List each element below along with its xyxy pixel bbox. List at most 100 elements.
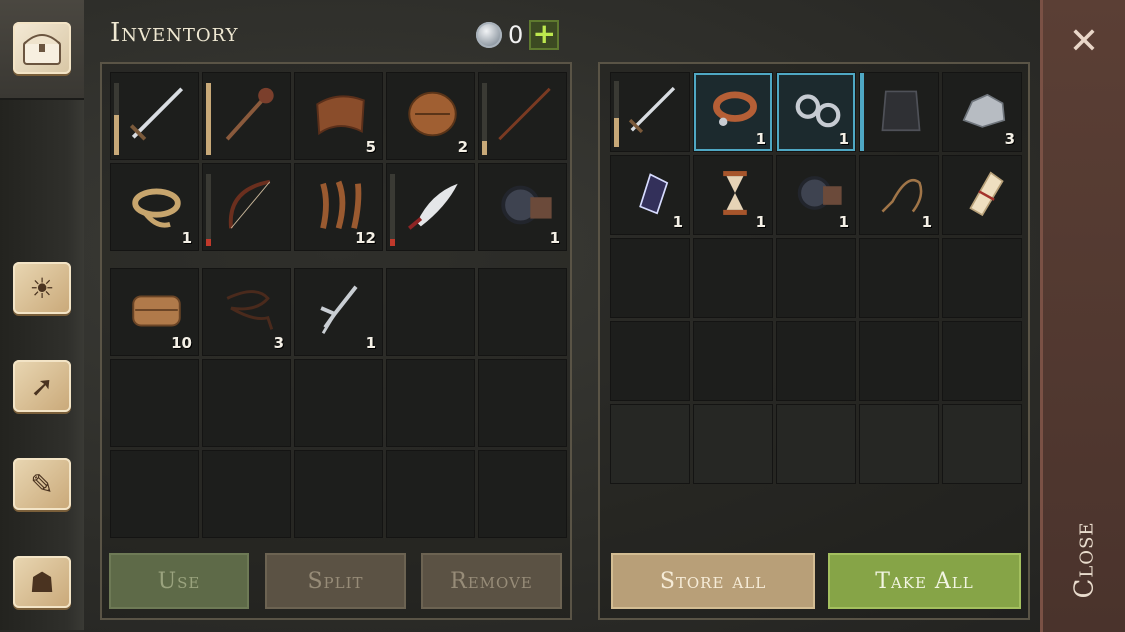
shackles-icon xyxy=(791,83,845,137)
durability-bar xyxy=(206,82,211,155)
item-count: 1 xyxy=(755,130,766,148)
empty-slot[interactable] xyxy=(294,359,383,447)
chest-tab[interactable] xyxy=(6,12,78,84)
inventory-slot-ore[interactable]: 3 xyxy=(942,72,1022,152)
inventory-slot-scroll[interactable] xyxy=(942,155,1022,235)
inventory-slot-hourglass[interactable]: 1 xyxy=(693,155,773,235)
item-count: 1 xyxy=(181,229,192,247)
durability-fill xyxy=(614,117,619,147)
item-count: 1 xyxy=(838,130,849,148)
empty-slot[interactable] xyxy=(478,450,567,538)
storage-grid: 1 1 3 1 1 1 1 xyxy=(610,72,1022,484)
empty-slot[interactable] xyxy=(610,404,690,484)
skills-tab[interactable]: ☀ xyxy=(6,252,78,324)
scimitar-icon xyxy=(401,174,464,236)
inventory-backpack-grid: 10 3 1 xyxy=(110,268,567,538)
durability-bar xyxy=(390,173,395,246)
add-currency-button[interactable]: + xyxy=(529,20,560,50)
quests-tab[interactable]: ✎ xyxy=(6,448,78,520)
durability-fill xyxy=(114,115,119,155)
inventory-slot-crystal[interactable]: 1 xyxy=(610,155,690,235)
sword-icon xyxy=(125,83,188,145)
empty-slot[interactable] xyxy=(942,404,1022,484)
chainmail-icon xyxy=(874,83,928,137)
item-count: 1 xyxy=(755,213,766,231)
empty-slot[interactable] xyxy=(294,450,383,538)
empty-slot[interactable] xyxy=(110,450,199,538)
empty-slot[interactable] xyxy=(202,359,291,447)
empty-slot[interactable] xyxy=(776,238,856,318)
empty-slot[interactable] xyxy=(478,268,567,356)
map-tab[interactable]: ➚ xyxy=(6,350,78,422)
close-button[interactable]: Close xyxy=(1060,510,1110,610)
empty-slot[interactable] xyxy=(110,359,199,447)
empty-slot[interactable] xyxy=(610,238,690,318)
inventory-slot-cloth[interactable]: 10 xyxy=(110,268,199,356)
use-button[interactable]: Use xyxy=(109,553,249,609)
store-all-button[interactable]: Store all xyxy=(611,553,815,609)
inventory-slot-staff[interactable] xyxy=(478,72,567,160)
page-title: Inventory xyxy=(110,18,239,48)
inventory-slot-mace[interactable] xyxy=(202,72,291,160)
character-tab[interactable]: ☗ xyxy=(6,546,78,618)
close-label: Close xyxy=(1070,521,1101,599)
inventory-slot-bow[interactable] xyxy=(202,163,291,251)
crystal-icon xyxy=(625,166,679,220)
mace-icon xyxy=(217,83,280,145)
empty-slot[interactable] xyxy=(859,404,939,484)
inventory-slot-gear[interactable]: 1 xyxy=(478,163,567,251)
inventory-slot-collar[interactable]: 1 xyxy=(693,72,773,152)
empty-slot[interactable] xyxy=(859,238,939,318)
empty-slot[interactable] xyxy=(859,321,939,401)
item-count: 1 xyxy=(921,213,932,231)
durability-fill xyxy=(482,140,487,155)
hourglass-icon xyxy=(708,166,762,220)
inventory-slot-leather[interactable]: 5 xyxy=(294,72,383,160)
item-count: 10 xyxy=(171,334,192,352)
item-count: 1 xyxy=(838,213,849,231)
empty-slot[interactable] xyxy=(693,238,773,318)
durability-fill xyxy=(206,82,211,155)
durability-bar xyxy=(114,82,119,155)
empty-slot[interactable] xyxy=(610,321,690,401)
item-count: 3 xyxy=(273,334,284,352)
empty-slot[interactable] xyxy=(776,321,856,401)
empty-slot[interactable] xyxy=(386,450,475,538)
inventory-slot-whip[interactable]: 1 xyxy=(859,155,939,235)
inventory-slot-chainmail[interactable] xyxy=(859,72,939,152)
inventory-slot-sword[interactable] xyxy=(610,72,690,152)
empty-slot[interactable] xyxy=(386,268,475,356)
remove-button[interactable]: Remove xyxy=(421,553,562,609)
split-button[interactable]: Split xyxy=(265,553,406,609)
cloth-icon xyxy=(125,279,188,341)
inventory-slot-rope[interactable]: 1 xyxy=(110,163,199,251)
item-count: 2 xyxy=(457,138,468,156)
inventory-slot-fork[interactable]: 1 xyxy=(294,268,383,356)
inventory-slot-string[interactable]: 3 xyxy=(202,268,291,356)
close-icon[interactable]: ✕ xyxy=(1064,24,1104,64)
empty-slot[interactable] xyxy=(942,321,1022,401)
sword-icon xyxy=(625,83,679,137)
item-count: 12 xyxy=(355,229,376,247)
inventory-slot-sword[interactable] xyxy=(110,72,199,160)
empty-slot[interactable] xyxy=(942,238,1022,318)
empty-slot[interactable] xyxy=(202,450,291,538)
empty-slot[interactable] xyxy=(693,321,773,401)
leather-icon xyxy=(309,83,372,145)
empty-slot[interactable] xyxy=(776,404,856,484)
inventory-slot-gear[interactable]: 1 xyxy=(776,155,856,235)
inventory-slot-fibers[interactable]: 12 xyxy=(294,163,383,251)
currency-display: 0 + xyxy=(476,20,560,50)
empty-slot[interactable] xyxy=(478,359,567,447)
inventory-slot-shackles[interactable]: 1 xyxy=(776,72,856,152)
empty-slot[interactable] xyxy=(693,404,773,484)
string-icon xyxy=(217,279,280,341)
inventory-slot-barrel[interactable]: 2 xyxy=(386,72,475,160)
item-count: 5 xyxy=(365,138,376,156)
ore-icon xyxy=(957,83,1011,137)
empty-slot[interactable] xyxy=(386,359,475,447)
inventory-equipped-grid: 5 2 1 12 1 xyxy=(110,72,567,251)
inventory-slot-scimitar[interactable] xyxy=(386,163,475,251)
durability-bar xyxy=(206,173,211,246)
take-all-button[interactable]: Take All xyxy=(828,553,1021,609)
